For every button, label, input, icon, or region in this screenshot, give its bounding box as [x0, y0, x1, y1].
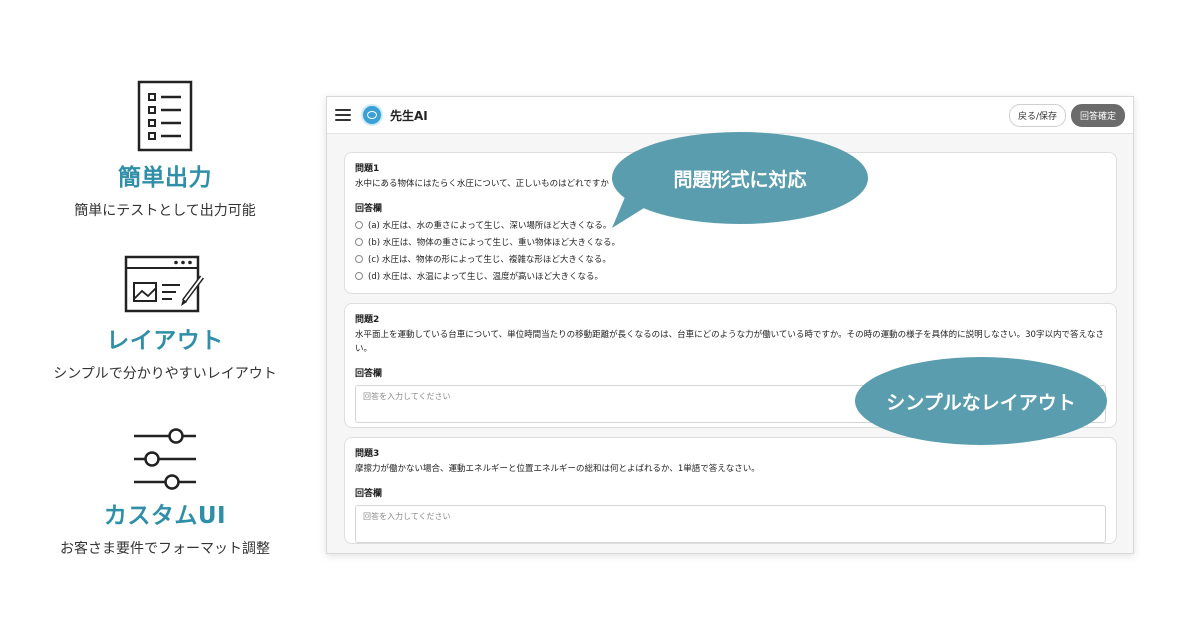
answer-option[interactable]: (b) 水圧は、物体の重さによって生じ、重い物体ほど大きくなる。	[355, 236, 1106, 248]
app-title: 先生AI	[390, 108, 428, 123]
option-text: (c) 水圧は、物体の形によって生じ、複雑な形ほど大きくなる。	[368, 255, 611, 265]
app-header: 先生AI 戻る/保存 回答確定	[327, 97, 1133, 134]
radio-button[interactable]	[355, 238, 363, 246]
layout-window-icon	[124, 255, 204, 313]
question-text: 水平面上を運動している台車について、単位時間当たりの移動距離が長くなるのは、台車…	[355, 330, 1104, 354]
answer-label: 回答欄	[355, 489, 383, 499]
question-label: 問題2	[355, 315, 380, 325]
question-card: 問題3 摩擦力が働かない場合、運動エネルギーと位置エネルギーの総和は何とよばれる…	[344, 437, 1117, 544]
feature-title: レイアウト	[106, 328, 224, 354]
answer-option[interactable]: (c) 水圧は、物体の形によって生じ、複雑な形ほど大きくなる。	[355, 253, 1106, 265]
answer-option[interactable]: (d) 水圧は、水温によって生じ、温度が高いほど大きくなる。	[355, 270, 1106, 282]
question-label: 問題3	[355, 449, 380, 459]
radio-button[interactable]	[355, 221, 363, 229]
option-text: (b) 水圧は、物体の重さによって生じ、重い物体ほど大きくなる。	[368, 238, 621, 248]
page: 簡単出力 簡単にテストとして出力可能 レイアウト シンプルで分かりやすいレイアウ…	[0, 0, 1200, 630]
answer-input[interactable]	[355, 505, 1106, 543]
checklist-icon	[137, 80, 193, 152]
feature-description: シンプルで分かりやすいレイアウト	[53, 366, 277, 382]
feature-description: 簡単にテストとして出力可能	[74, 203, 256, 219]
feature-layout: レイアウト シンプルで分かりやすいレイアウト	[40, 255, 290, 383]
question-text: 摩擦力が働かない場合、運動エネルギーと位置エネルギーの総和は何とよばれるか、1単…	[355, 464, 760, 474]
option-text: (d) 水圧は、水温によって生じ、温度が高いほど大きくなる。	[368, 272, 604, 282]
feature-easy-output: 簡単出力 簡単にテストとして出力可能	[40, 80, 290, 220]
callout-format: 問題形式に対応	[612, 132, 868, 224]
feature-custom-ui: カスタムUI お客さま要件でフォーマット調整	[40, 428, 290, 558]
menu-icon[interactable]	[335, 109, 351, 121]
feature-title: カスタムUI	[103, 503, 227, 529]
logo-icon	[361, 104, 383, 126]
feature-description: お客さま要件でフォーマット調整	[60, 541, 270, 557]
feature-title: 簡単出力	[118, 165, 212, 191]
sliders-icon	[134, 428, 196, 490]
option-text: (a) 水圧は、水の重さによって生じ、深い場所ほど大きくなる。	[368, 221, 612, 231]
back-save-button[interactable]: 戻る/保存	[1008, 103, 1066, 127]
callout-layout: シンプルなレイアウト	[855, 357, 1107, 445]
radio-button[interactable]	[355, 272, 363, 280]
confirm-answer-button[interactable]: 回答確定	[1070, 103, 1125, 127]
radio-button[interactable]	[355, 255, 363, 263]
